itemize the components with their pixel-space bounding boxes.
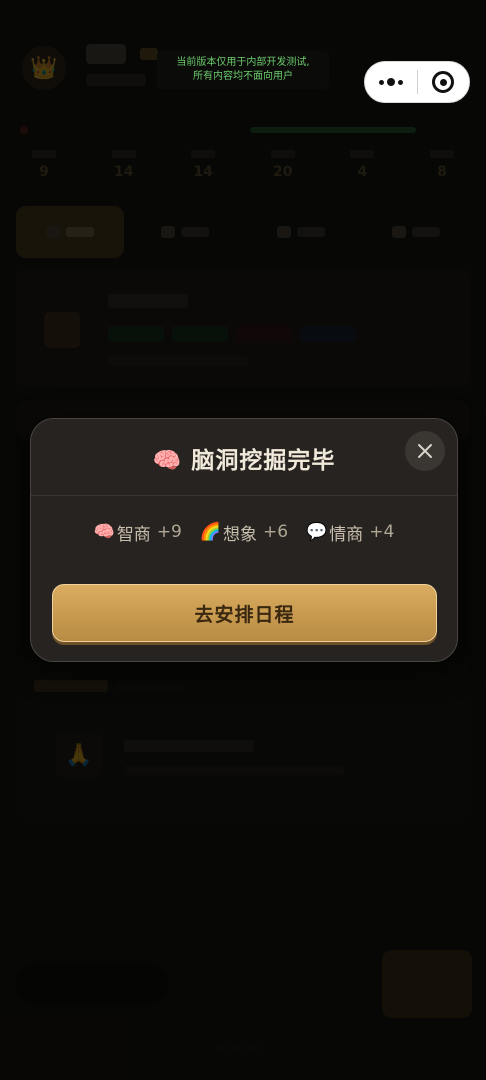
reward-amount: +4: [369, 522, 395, 542]
modal-title-text: 脑洞挖掘完毕: [191, 448, 336, 474]
arrange-schedule-button[interactable]: 去安排日程: [52, 584, 437, 642]
modal-title: 🧠 脑洞挖掘完毕: [31, 441, 457, 475]
rainbow-icon: 🌈: [199, 522, 222, 542]
reward-label: 情商: [329, 524, 364, 545]
more-dots-icon: [378, 79, 384, 85]
brain-icon: 🧠: [152, 448, 183, 474]
close-button[interactable]: [405, 431, 445, 471]
result-modal: 🧠 脑洞挖掘完毕 🧠 智商 +9 🌈 想象 +6 💬 情商 +4 去安排日程: [30, 418, 458, 662]
reward-label: 想象: [223, 524, 258, 545]
miniprogram-capsule: [364, 61, 470, 103]
dev-notice-line1: 当前版本仅用于内部开发测试,: [176, 57, 310, 68]
brain-icon: 🧠: [93, 522, 115, 542]
exit-miniprogram-button[interactable]: [417, 62, 469, 102]
reward-amount: +9: [156, 522, 182, 542]
dev-notice-line2: 所有内容均不面向用户: [193, 71, 293, 82]
reward-label: 智商: [116, 524, 151, 545]
reward-amount: +6: [263, 522, 289, 542]
reward-iq: 🧠 智商 +9: [94, 519, 182, 545]
more-menu-button[interactable]: [365, 62, 417, 102]
modal-header: 🧠 脑洞挖掘完毕: [31, 419, 457, 496]
reward-eq: 💬 情商 +4: [306, 519, 394, 545]
rewards-row: 🧠 智商 +9 🌈 想象 +6 💬 情商 +4: [31, 519, 457, 545]
speech-bubble-icon: 💬: [306, 522, 328, 542]
reward-imagination: 🌈 想象 +6: [200, 519, 288, 545]
dev-notice: 当前版本仅用于内部开发测试, 所有内容均不面向用户: [157, 51, 329, 89]
target-icon: [432, 71, 455, 93]
close-icon: [418, 444, 432, 458]
